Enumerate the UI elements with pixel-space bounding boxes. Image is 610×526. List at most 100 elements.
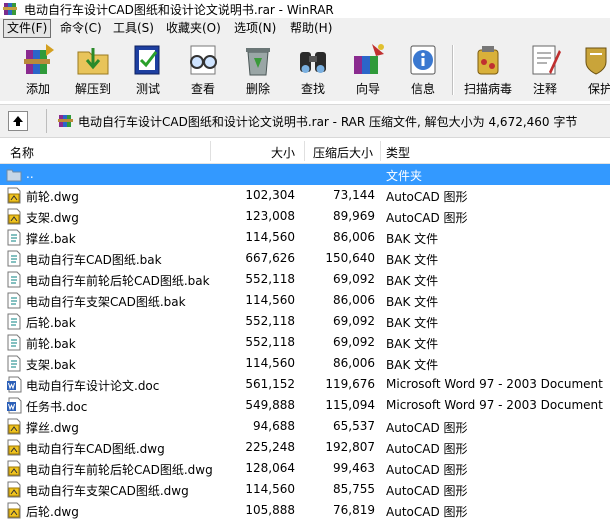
file-row[interactable]: 电动自行车支架CAD图纸.dwg 114,560 85,755 AutoCAD 图形: [0, 479, 610, 500]
file-type: AutoCAD 图形: [386, 211, 468, 225]
file-size: 225,248: [245, 440, 295, 454]
column-name-header[interactable]: 名称: [10, 144, 34, 161]
file-row[interactable]: 电动自行车CAD图纸.bak 667,626 150,640 BAK 文件: [0, 248, 610, 269]
comment-icon: [532, 45, 561, 75]
file-name: 后轮.dwg: [26, 505, 79, 519]
up-folder-button[interactable]: [8, 111, 28, 131]
file-type: AutoCAD 图形: [386, 190, 468, 204]
file-size: 552,118: [245, 272, 295, 286]
file-type: AutoCAD 图形: [386, 463, 468, 477]
address-bar: 电动自行车设计CAD图纸和设计论文说明书.rar - RAR 压缩文件, 解包大…: [0, 104, 610, 138]
file-name: 前轮.bak: [26, 337, 76, 351]
info-icon: [410, 45, 436, 75]
file-row[interactable]: 电动自行车CAD图纸.dwg 225,248 192,807 AutoCAD 图形: [0, 437, 610, 458]
delete-button[interactable]: 删除: [234, 42, 282, 99]
file-packed-size: 65,537: [333, 419, 375, 433]
column-divider: [380, 141, 381, 161]
column-type-header[interactable]: 类型: [386, 144, 410, 161]
find-button[interactable]: 查找: [289, 42, 337, 99]
add-button[interactable]: 添加: [14, 42, 62, 99]
menu-favorites[interactable]: 收藏夹(O): [163, 20, 224, 37]
file-name: 任务书.doc: [26, 400, 88, 414]
file-row[interactable]: 撑丝.bak 114,560 86,006 BAK 文件: [0, 227, 610, 248]
bak-file-icon: [6, 250, 22, 267]
autocad-file-icon: [6, 208, 22, 225]
file-row[interactable]: 任务书.doc 549,888 115,094 Microsoft Word 97 -…: [0, 395, 610, 416]
file-packed-size: 73,144: [333, 188, 375, 202]
books-add-icon: [24, 44, 54, 74]
menu-tools[interactable]: 工具(S): [110, 20, 157, 37]
file-row[interactable]: 电动自行车设计论文.doc 561,152 119,676 Microsoft Wor…: [0, 374, 610, 395]
file-size: 94,688: [253, 419, 295, 433]
file-type: BAK 文件: [386, 316, 439, 330]
file-size: 561,152: [245, 377, 295, 391]
file-row[interactable]: 电动自行车前轮后轮CAD图纸.dwg 128,064 99,463 AutoCAD 图…: [0, 458, 610, 479]
file-name: 前轮.dwg: [26, 190, 79, 204]
virus-scan-icon: [477, 46, 499, 75]
file-row[interactable]: 支架.dwg 123,008 89,969 AutoCAD 图形: [0, 206, 610, 227]
menu-help[interactable]: 帮助(H): [287, 20, 335, 37]
file-name: ..: [26, 167, 34, 181]
file-name: 撑丝.dwg: [26, 421, 79, 435]
protect-button[interactable]: 保护: [576, 42, 610, 99]
comment-button[interactable]: 注释: [521, 42, 569, 99]
file-row[interactable]: 支架.bak 114,560 86,006 BAK 文件: [0, 353, 610, 374]
file-row[interactable]: 后轮.bak 552,118 69,092 BAK 文件: [0, 311, 610, 332]
glasses-view-icon: [190, 45, 217, 75]
file-row[interactable]: 前轮.dwg 102,304 73,144 AutoCAD 图形: [0, 185, 610, 206]
file-type: BAK 文件: [386, 295, 439, 309]
file-type: AutoCAD 图形: [386, 421, 468, 435]
bak-file-icon: [6, 334, 22, 351]
file-row[interactable]: 撑丝.dwg 94,688 65,537 AutoCAD 图形: [0, 416, 610, 437]
wizard-icon: [354, 44, 384, 74]
file-size: 552,118: [245, 335, 295, 349]
virus-scan-button[interactable]: 扫描病毒: [461, 42, 515, 99]
file-type: 文件夹: [386, 169, 423, 183]
column-divider: [304, 141, 305, 161]
menu-commands[interactable]: 命令(C): [57, 20, 105, 37]
file-name: 支架.bak: [26, 358, 76, 372]
column-size-header[interactable]: 大小: [271, 144, 295, 161]
autocad-file-icon: [6, 187, 22, 204]
file-name: 电动自行车前轮后轮CAD图纸.bak: [26, 274, 210, 288]
file-type: BAK 文件: [386, 274, 439, 288]
file-packed-size: 89,969: [333, 209, 375, 223]
file-size: 114,560: [245, 230, 295, 244]
protect-shield-icon: [585, 47, 607, 75]
file-row[interactable]: 前轮.bak 552,118 69,092 BAK 文件: [0, 332, 610, 353]
file-row[interactable]: .. 文件夹: [0, 164, 610, 185]
word-document-icon: [6, 397, 22, 414]
file-row[interactable]: 电动自行车前轮后轮CAD图纸.bak 552,118 69,092 BAK 文件: [0, 269, 610, 290]
autocad-file-icon: [6, 481, 22, 498]
column-packed-header[interactable]: 压缩后大小: [313, 144, 373, 161]
file-size: 123,008: [245, 209, 295, 223]
column-divider: [210, 141, 211, 161]
menu-options[interactable]: 选项(N): [231, 20, 279, 37]
toolbar: 添加 解压到 测试 查看 删除 查找 向导 信息 扫描病毒 注释 保护: [0, 39, 610, 101]
file-name: 电动自行车前轮后轮CAD图纸.dwg: [26, 463, 213, 477]
bak-file-icon: [6, 229, 22, 246]
file-packed-size: 115,094: [325, 398, 375, 412]
file-packed-size: 85,755: [333, 482, 375, 496]
window-title: 电动自行车设计CAD图纸和设计论文说明书.rar - WinRAR: [24, 3, 334, 17]
parent-folder-icon: [6, 166, 22, 183]
info-button[interactable]: 信息: [399, 42, 447, 99]
file-packed-size: 86,006: [333, 293, 375, 307]
file-list[interactable]: 名称 大小 压缩后大小 类型 .. 文件夹 前轮.dwg 102,304 73,144 A…: [0, 139, 610, 526]
wizard-button[interactable]: 向导: [344, 42, 392, 99]
file-packed-size: 86,006: [333, 230, 375, 244]
up-arrow-icon: [13, 116, 23, 126]
rar-archive-icon: [58, 115, 73, 127]
file-name: 电动自行车设计论文.doc: [26, 379, 160, 393]
title-bar: 电动自行车设计CAD图纸和设计论文说明书.rar - WinRAR: [0, 0, 610, 18]
toolbar-separator: [452, 45, 454, 95]
file-row[interactable]: 后轮.dwg 105,888 76,819 AutoCAD 图形: [0, 500, 610, 521]
test-button[interactable]: 测试: [124, 42, 172, 99]
extract-button[interactable]: 解压到: [69, 42, 117, 99]
file-name: 电动自行车支架CAD图纸.dwg: [26, 484, 189, 498]
archive-path-text: 电动自行车设计CAD图纸和设计论文说明书.rar - RAR 压缩文件, 解包大…: [78, 115, 578, 129]
view-button[interactable]: 查看: [179, 42, 227, 99]
menu-file[interactable]: 文件(F): [3, 19, 52, 38]
file-size: 667,626: [245, 251, 295, 265]
file-row[interactable]: 电动自行车支架CAD图纸.bak 114,560 86,006 BAK 文件: [0, 290, 610, 311]
